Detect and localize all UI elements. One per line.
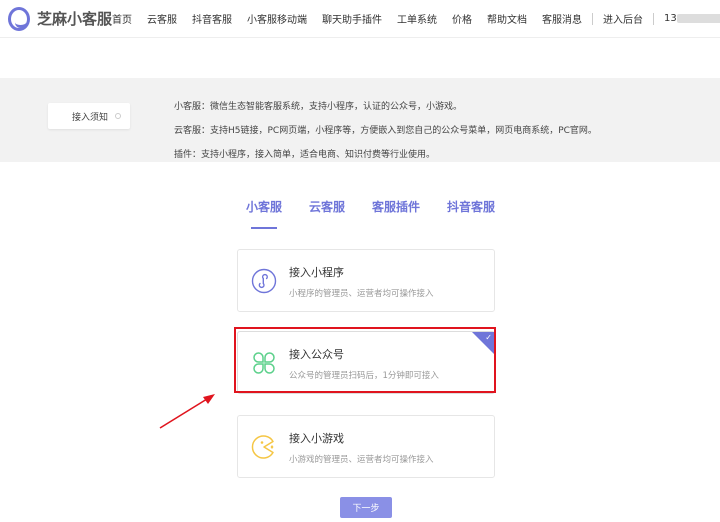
next-step-button[interactable]: 下一步 — [340, 497, 392, 518]
red-arrow-annotation — [159, 394, 215, 429]
